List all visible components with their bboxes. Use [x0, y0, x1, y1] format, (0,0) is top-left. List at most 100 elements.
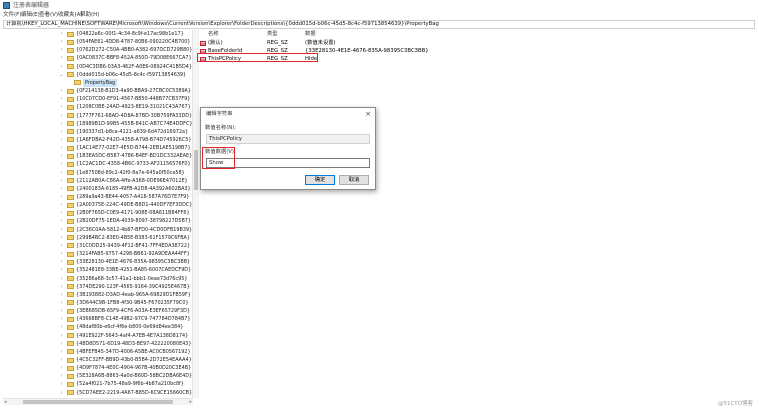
chevron-right-icon[interactable]: › [59, 30, 64, 38]
tree-item[interactable]: › {10C07CD0-EF91-4567-B850-448B77CB37F9} [3, 95, 193, 103]
chevron-right-icon[interactable]: › [59, 201, 64, 209]
tree-item[interactable]: › {4BFEFB45-347D-4006-A5BE-AC0CB0567192} [3, 348, 193, 356]
tree-item[interactable]: › {5CD7AEE2-2219-4A67-B85D-6C9CE15660CB} [3, 389, 193, 397]
chevron-right-icon[interactable]: › [59, 364, 64, 372]
tree-item[interactable]: › {43668BF8-C14E-49B2-97C9-747784D784B7} [3, 315, 193, 323]
tree-item[interactable]: › {31C0DD25-9439-4F12-BF41-7FF4EDA38722} [3, 242, 193, 250]
menu-file[interactable]: 文件(F) [3, 11, 21, 19]
tree-item[interactable]: › {2C36C0AA-5812-4b87-BFD0-4CD0DFB19B39} [3, 226, 193, 234]
tree-item[interactable]: › {054FAE61-4DD8-4787-80B6-090220C4B700} [3, 38, 193, 46]
tree-item[interactable]: ⌄ {0ddd015d-b06c-45d5-8c4c-f59713854639} [3, 71, 193, 79]
chevron-right-icon[interactable]: › [59, 193, 64, 201]
chevron-right-icon[interactable]: › [59, 209, 64, 217]
tree-item[interactable]: › {3EB685DB-65F9-4CF6-A03A-E3EF65729F3D} [3, 307, 193, 315]
tree-item[interactable]: › {3D644C9B-1FB8-4f30-9B45-F670235F79C0} [3, 299, 193, 307]
tree-item[interactable]: › {374DE290-123F-4565-9164-39C4925E467B} [3, 283, 193, 291]
chevron-right-icon[interactable]: › [59, 389, 64, 397]
address-bar[interactable]: 计算机\HKEY_LOCAL_MACHINE\SOFTWARE\Microsof… [3, 20, 755, 29]
chevron-right-icon[interactable]: › [59, 250, 64, 258]
tree-item[interactable]: › {299B4BC2-83E0-4B5E-B383-61F1579C6FBA} [3, 234, 193, 242]
chevron-right-icon[interactable]: › [59, 340, 64, 348]
chevron-right-icon[interactable]: › [59, 348, 64, 356]
chevron-right-icon[interactable]: › [59, 332, 64, 340]
menu-edit[interactable]: 编辑(E) [21, 11, 40, 19]
chevron-right-icon[interactable]: › [59, 291, 64, 299]
tree-item[interactable]: › {2400183A-6185-49FB-A2D8-4A392A602BA3} [3, 185, 193, 193]
tree-item[interactable]: › {2A00375E-224C-49DE-B8D1-440DF7EF3DDC} [3, 201, 193, 209]
tree-item[interactable]: › {0AC0837C-BBF8-452A-850D-79D08E667CA7} [3, 54, 193, 62]
tree-item[interactable]: › {48daf80b-e6cf-4f6e-b800-0e69d84ee384} [3, 323, 193, 331]
chevron-right-icon[interactable]: › [59, 63, 64, 71]
tree-item[interactable]: › {2B20DF75-1EDA-4039-8097-38798227D5B7} [3, 217, 193, 225]
tree-item[interactable]: › {4D9F7874-4E0C-4904-967B-40B0D20C3E4B} [3, 364, 193, 372]
tree-item[interactable]: › {1777F761-68AD-4D8A-87BD-30B759FA33DD} [3, 112, 193, 120]
chevron-right-icon[interactable]: › [59, 128, 64, 136]
chevron-right-icon[interactable]: › [59, 144, 64, 152]
chevron-right-icon[interactable]: › [59, 323, 64, 331]
tree-item[interactable]: › {33E28130-4E1E-4676-835A-98395C3BC3BB} [3, 258, 193, 266]
tree-vertical-scrollbar[interactable] [192, 30, 199, 398]
chevron-right-icon[interactable]: › [59, 103, 64, 111]
chevron-right-icon[interactable]: › [59, 152, 64, 160]
scrollbar-thumb[interactable] [23, 400, 173, 404]
value-row-default[interactable]: ab (默认) REG_SZ (数值未设置) [199, 39, 755, 47]
chevron-right-icon[interactable]: › [59, 283, 64, 291]
tree-item[interactable]: › {1B3EA5DC-B587-4786-B4EF-BD1DC332AEAE} [3, 152, 193, 160]
tree-item[interactable]: › {48D8D571-6D19-48D3-BE97-422220080E43} [3, 340, 193, 348]
chevron-right-icon[interactable]: › [59, 177, 64, 185]
chevron-right-icon[interactable]: › [59, 299, 64, 307]
tree-item[interactable]: › {18989B1D-99B5-455B-841C-AB7C74E4DDFC} [3, 120, 193, 128]
tree-horizontal-scrollbar[interactable]: ◂ ▸ [3, 398, 193, 405]
chevron-right-icon[interactable]: › [59, 120, 64, 128]
chevron-right-icon[interactable]: › [59, 95, 64, 103]
ok-button[interactable]: 确定 [305, 175, 335, 185]
key-tree[interactable]: › {04822e6c-00f1-4c34-8c9f-e17ac98b1e17} ›… [3, 30, 194, 398]
menu-help[interactable]: 帮助(H) [80, 11, 99, 19]
chevron-right-icon[interactable]: › [59, 258, 64, 266]
chevron-right-icon[interactable]: › [59, 185, 64, 193]
menu-favorites[interactable]: 收藏夹(A) [58, 11, 83, 19]
chevron-right-icon[interactable]: › [59, 380, 64, 388]
scrollbar-thumb[interactable] [194, 150, 198, 190]
chevron-right-icon[interactable]: › [59, 226, 64, 234]
tree-item[interactable]: › {289a9a43-BE44-4057-A418-587A76D7E7F9} [3, 193, 193, 201]
tree-item-propertybag[interactable]: PropertyBag [3, 78, 193, 88]
tree-item[interactable]: › {491E922F-5643-4af4-A7EB-4E7A138D8174} [3, 332, 193, 340]
tree-item[interactable]: › {2112AB0A-C86A-4ffe-A368-0DE96E47012E} [3, 177, 193, 185]
tree-item[interactable]: › {190337d1-b8ca-4121-a639-6d472d16972a} [3, 128, 193, 136]
column-header-type[interactable]: 类型 [267, 30, 278, 38]
tree-item[interactable]: › {35286a68-3c57-41a1-bbb1-0eae73d76c95} [3, 275, 193, 283]
tree-item[interactable]: › {1C2AC1DC-4358-4B6C-9733-AF21156576F0} [3, 160, 193, 168]
chevron-right-icon[interactable]: › [59, 46, 64, 54]
tree-item[interactable]: › {0F214138-B1D3-4a90-BBA9-27CBC0C5389A} [3, 87, 193, 95]
chevron-right-icon[interactable]: › [59, 87, 64, 95]
tree-item[interactable]: › {3214FAB5-9757-4298-BB61-92A9DEAA44FF} [3, 250, 193, 258]
close-icon[interactable]: × [365, 110, 371, 118]
chevron-right-icon[interactable]: › [59, 217, 64, 225]
chevron-right-icon[interactable]: › [59, 307, 64, 315]
chevron-right-icon[interactable]: › [59, 234, 64, 242]
chevron-right-icon[interactable]: › [59, 275, 64, 283]
chevron-right-icon[interactable]: › [59, 356, 64, 364]
chevron-right-icon[interactable]: › [59, 112, 64, 120]
tree-item[interactable]: › {1208C0BE-24AD-4923-8E19-31021C43A767} [3, 103, 193, 111]
chevron-right-icon[interactable]: › [59, 38, 64, 46]
column-header-data[interactable]: 数据 [305, 30, 316, 38]
tree-item[interactable]: › {5E328A6B-8863-4a0d-B60D-58BC2DBA6E4D} [3, 372, 193, 380]
scroll-right-icon[interactable]: ▸ [189, 399, 192, 405]
column-header-name[interactable]: 名称 [208, 30, 219, 38]
chevron-right-icon[interactable]: › [59, 315, 64, 323]
tree-item[interactable]: › {1e87508d-89c2-42f0-8a7e-645a0f50ca58} [3, 169, 193, 177]
chevron-right-icon[interactable]: › [59, 136, 64, 144]
chevron-right-icon[interactable]: › [59, 266, 64, 274]
tree-item[interactable]: › {1AC14E77-02E7-4E5D-B744-2EB1AE5198B7} [3, 144, 193, 152]
chevron-right-icon[interactable]: › [59, 372, 64, 380]
tree-item[interactable]: › {4C5C32FF-BB9D-43b0-B5B4-2D72E54EAAA4} [3, 356, 193, 364]
tree-item[interactable]: › {3B193882-D3AD-4eab-965A-69829D1FB59F} [3, 291, 193, 299]
chevron-down-icon[interactable]: ⌄ [59, 71, 64, 79]
cancel-button[interactable]: 取消 [339, 175, 369, 185]
tree-item[interactable]: › {52a4f021-7b75-48a9-9f6b-4b87a210bc8f} [3, 380, 193, 388]
chevron-right-icon[interactable]: › [59, 242, 64, 250]
tree-item[interactable]: › {352481E8-33BE-4251-BA85-6007CAEDCF9D} [3, 266, 193, 274]
tree-item[interactable]: › {0762D272-C50A-4BB0-A382-697DCD729B80} [3, 46, 193, 54]
